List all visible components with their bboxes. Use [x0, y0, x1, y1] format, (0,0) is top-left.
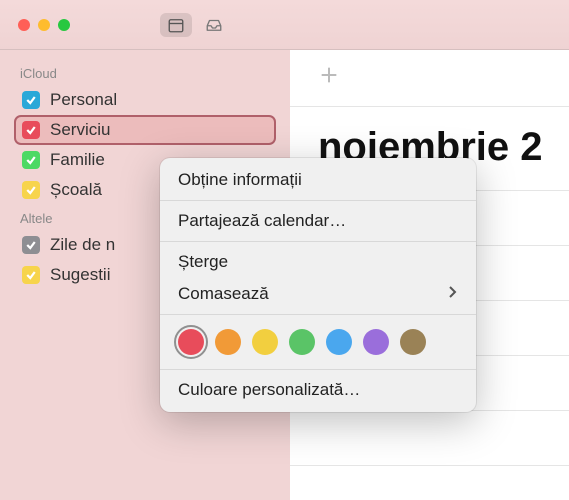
menu-separator [160, 369, 476, 370]
color-swatch[interactable] [215, 329, 241, 355]
calendar-name: Sugestii [50, 265, 110, 285]
calendar-checkbox[interactable] [22, 236, 40, 254]
sidebar-calendar-item[interactable]: Personal [14, 85, 276, 115]
calendar-checkbox[interactable] [22, 151, 40, 169]
calendar-name: Școală [50, 180, 102, 200]
menu-get-info[interactable]: Obține informații [160, 164, 476, 196]
calendar-icon [167, 16, 185, 34]
calendar-checkbox[interactable] [22, 91, 40, 109]
calendar-name: Familie [50, 150, 105, 170]
color-swatch[interactable] [252, 329, 278, 355]
color-swatch[interactable] [289, 329, 315, 355]
calendar-name: Serviciu [50, 120, 110, 140]
check-icon [25, 239, 37, 251]
close-window-button[interactable] [18, 19, 30, 31]
sidebar-section-label: iCloud [20, 66, 270, 81]
check-icon [25, 269, 37, 281]
check-icon [25, 154, 37, 166]
calendar-toggle-button[interactable] [160, 13, 192, 37]
sidebar-calendar-item[interactable]: Serviciu [14, 115, 276, 145]
color-swatch[interactable] [400, 329, 426, 355]
context-menu: Obține informații Partajează calendar… Ș… [160, 158, 476, 412]
plus-icon [318, 64, 340, 86]
toolbar-controls [160, 13, 230, 37]
inbox-button[interactable] [198, 13, 230, 37]
menu-separator [160, 200, 476, 201]
check-icon [25, 94, 37, 106]
menu-custom-color[interactable]: Culoare personalizată… [160, 374, 476, 406]
calendar-name: Zile de n [50, 235, 115, 255]
color-swatch[interactable] [178, 329, 204, 355]
calendar-checkbox[interactable] [22, 266, 40, 284]
menu-delete[interactable]: Șterge [160, 246, 476, 278]
check-icon [25, 184, 37, 196]
calendar-name: Personal [50, 90, 117, 110]
inbox-icon [205, 16, 223, 34]
calendar-checkbox[interactable] [22, 181, 40, 199]
menu-share-calendar[interactable]: Partajează calendar… [160, 205, 476, 237]
menu-merge[interactable]: Comasează [160, 278, 476, 310]
chevron-right-icon [448, 284, 458, 304]
add-event-button[interactable] [318, 64, 340, 91]
calendar-checkbox[interactable] [22, 121, 40, 139]
color-swatch[interactable] [363, 329, 389, 355]
menu-color-row [160, 319, 476, 365]
minimize-window-button[interactable] [38, 19, 50, 31]
window-titlebar [0, 0, 569, 50]
menu-separator [160, 314, 476, 315]
check-icon [25, 124, 37, 136]
fullscreen-window-button[interactable] [58, 19, 70, 31]
color-swatch[interactable] [326, 329, 352, 355]
traffic-lights [18, 19, 70, 31]
menu-separator [160, 241, 476, 242]
